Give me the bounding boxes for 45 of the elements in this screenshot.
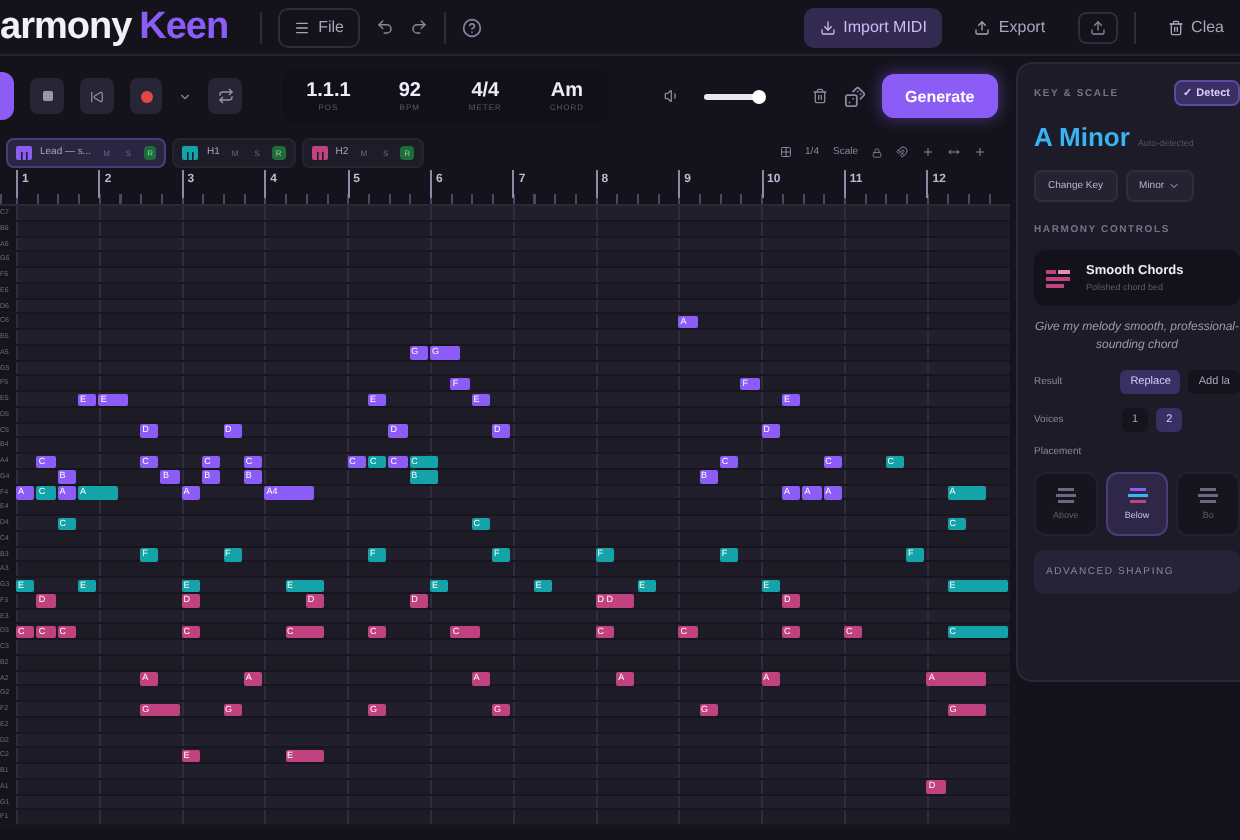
dice-icon[interactable] [843,85,866,107]
volume-slider[interactable] [704,93,764,99]
record-icon [139,89,154,103]
undo-icon[interactable] [376,18,394,36]
file-menu-button[interactable]: File [278,7,360,47]
app-logo-accent: Keen [139,5,229,49]
generate-button[interactable]: Generate [881,74,999,118]
menu-icon [294,19,311,35]
trash-icon [1167,19,1184,35]
volume-icon [664,88,681,104]
magnet-icon[interactable] [896,146,908,158]
display-value: 92 [398,80,421,102]
upload-icon[interactable] [1077,11,1118,43]
import-midi-button[interactable]: Import MIDI [803,7,943,47]
stacked-lines-icon [1127,488,1147,504]
stop-button[interactable] [30,78,65,114]
redo-icon[interactable] [410,18,428,36]
rewind-button[interactable] [80,78,114,114]
key-name: A Minor [1034,122,1130,152]
app-logo: armony [0,5,132,49]
trash-icon[interactable] [811,88,828,104]
chord-bars-icon [1046,269,1070,287]
stacked-lines-icon [1055,488,1076,504]
chevron-down-icon [1168,180,1181,192]
stacked-lines-icon [1198,488,1219,504]
display-value: 4/4 [471,80,500,102]
stop-icon [41,90,54,102]
download-icon [819,19,836,35]
skip-back-icon [89,89,104,103]
export-button[interactable]: Export [958,7,1062,47]
loop-button[interactable] [208,78,243,114]
clear-button[interactable]: Clea [1151,7,1240,47]
chevron-down-icon[interactable] [178,89,193,103]
help-icon[interactable] [462,17,482,37]
loop-icon [217,88,234,104]
display-value: Am [550,80,584,102]
plus-icon[interactable] [922,146,934,158]
horizontal-arrows-icon[interactable] [948,146,960,158]
display-value: 1.1.1 [306,80,351,102]
lock-icon [872,147,882,157]
play-button[interactable] [0,72,15,120]
grid-icon [779,146,792,158]
record-button[interactable] [129,78,163,114]
plus-icon[interactable] [974,146,986,158]
upload-icon [974,19,991,35]
